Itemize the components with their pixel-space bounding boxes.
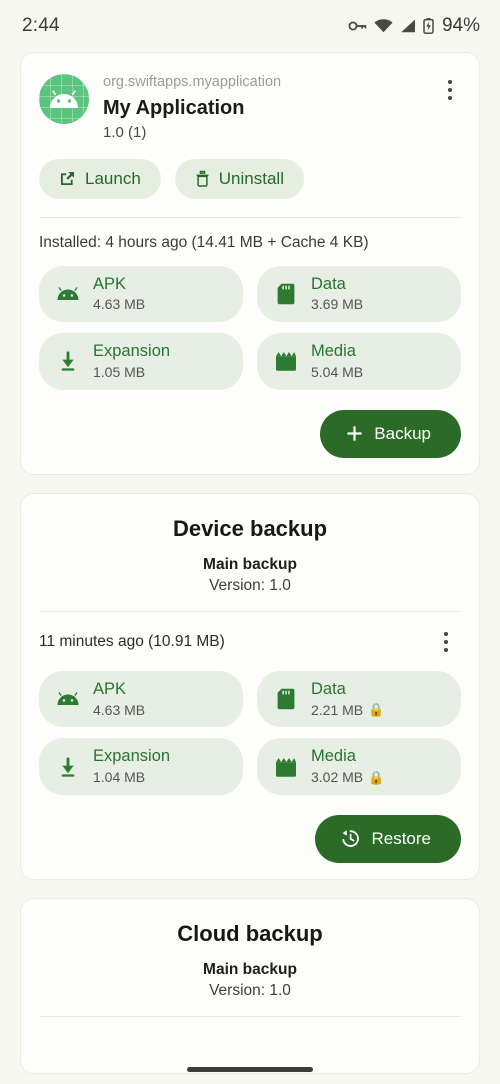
device-backup-version: Version: 1.0 — [39, 577, 461, 595]
backup-button[interactable]: Backup — [320, 410, 461, 458]
chip-label: Media — [311, 342, 363, 362]
device-backup-subtitle: Main backup — [39, 556, 461, 574]
download-icon — [56, 350, 80, 372]
sd-card-icon — [274, 283, 298, 305]
restore-action-row: Restore — [39, 815, 461, 863]
app-package-name: org.swiftapps.myapplication — [103, 73, 461, 93]
wifi-icon — [374, 19, 393, 33]
chip-label: Data — [311, 680, 384, 700]
android-icon — [56, 692, 80, 706]
battery-charging-icon — [423, 18, 434, 34]
chip-size: 5.04 MB — [311, 364, 363, 381]
chip-size: 3.69 MB — [311, 296, 363, 313]
chip-size: 4.63 MB — [93, 702, 145, 719]
clapperboard-icon — [274, 351, 298, 371]
device-backup-divider — [39, 611, 461, 612]
chip-apk[interactable]: APK 4.63 MB — [39, 266, 243, 323]
cloud-backup-subtitle: Main backup — [39, 961, 461, 979]
chip-label: Expansion — [93, 342, 170, 362]
chip-label: Media — [311, 747, 384, 767]
app-info-card: org.swiftapps.myapplication My Applicati… — [20, 52, 480, 475]
app-card-divider — [39, 217, 461, 218]
chip-label: Expansion — [93, 747, 170, 767]
backup-action-row: Backup — [39, 410, 461, 458]
status-bar-icons: 94% — [348, 15, 480, 37]
restore-button[interactable]: Restore — [315, 815, 461, 863]
plus-icon — [346, 425, 363, 442]
restore-icon — [341, 829, 360, 848]
launch-label: Launch — [85, 169, 141, 189]
chip-size: 1.05 MB — [93, 364, 170, 381]
device-backup-title: Device backup — [39, 512, 461, 542]
uninstall-label: Uninstall — [219, 169, 284, 189]
app-size-chips: APK 4.63 MB Data 3.69 MB — [39, 266, 461, 390]
status-bar-clock: 2:44 — [22, 15, 60, 37]
app-action-pills: Launch Uninstall — [39, 159, 461, 199]
chip-size: 2.21 MB 🔒 — [311, 702, 384, 719]
chip-size: 1.04 MB — [93, 769, 170, 786]
signal-icon — [400, 19, 416, 33]
uninstall-button[interactable]: Uninstall — [175, 159, 304, 199]
device-backup-card: Device backup Main backup Version: 1.0 1… — [20, 493, 480, 880]
chip-size: 4.63 MB — [93, 296, 145, 313]
backup-label: Backup — [374, 424, 431, 444]
restore-label: Restore — [371, 829, 431, 849]
battery-percent-label: 94% — [442, 15, 480, 37]
android-app-icon — [39, 74, 89, 124]
open-in-new-icon — [59, 170, 76, 187]
launch-button[interactable]: Launch — [39, 159, 161, 199]
chip-label: Data — [311, 275, 363, 295]
cloud-backup-version: Version: 1.0 — [39, 982, 461, 1000]
android-icon — [56, 287, 80, 301]
chip-expansion[interactable]: Expansion 1.05 MB — [39, 333, 243, 390]
phone-screen: 2:44 94% — [0, 0, 500, 1084]
device-backup-chips: APK 4.63 MB Data 2.21 MB 🔒 — [39, 671, 461, 795]
vpn-key-icon — [348, 19, 367, 33]
cloud-backup-card: Cloud backup Main backup Version: 1.0 — [20, 898, 480, 1074]
chip-size: 3.02 MB 🔒 — [311, 769, 384, 786]
sd-card-icon — [274, 688, 298, 710]
device-backup-timestamp: 11 minutes ago (10.91 MB) — [39, 633, 225, 651]
app-overflow-menu-icon[interactable] — [435, 73, 465, 107]
app-version: 1.0 (1) — [103, 124, 461, 141]
chip-expansion[interactable]: Expansion 1.04 MB — [39, 738, 243, 795]
installed-info: Installed: 4 hours ago (14.41 MB + Cache… — [39, 234, 461, 252]
chip-label: APK — [93, 680, 145, 700]
status-bar: 2:44 94% — [0, 0, 500, 52]
cloud-backup-title: Cloud backup — [39, 917, 461, 947]
chip-data[interactable]: Data 3.69 MB — [257, 266, 461, 323]
download-icon — [56, 756, 80, 778]
app-title: My Application — [103, 95, 461, 122]
chip-media[interactable]: Media 3.02 MB 🔒 — [257, 738, 461, 795]
lock-icon: 🔒 — [368, 702, 384, 718]
app-header: org.swiftapps.myapplication My Applicati… — [39, 71, 461, 141]
chip-data[interactable]: Data 2.21 MB 🔒 — [257, 671, 461, 728]
chip-apk[interactable]: APK 4.63 MB — [39, 671, 243, 728]
clapperboard-icon — [274, 757, 298, 777]
trash-icon — [195, 170, 210, 187]
lock-icon: 🔒 — [368, 770, 384, 786]
device-backup-overflow-menu-icon[interactable] — [431, 627, 461, 657]
chip-media[interactable]: Media 5.04 MB — [257, 333, 461, 390]
chip-label: APK — [93, 275, 145, 295]
gesture-navigation-bar[interactable] — [187, 1067, 313, 1072]
device-backup-meta-row: 11 minutes ago (10.91 MB) — [39, 627, 461, 657]
